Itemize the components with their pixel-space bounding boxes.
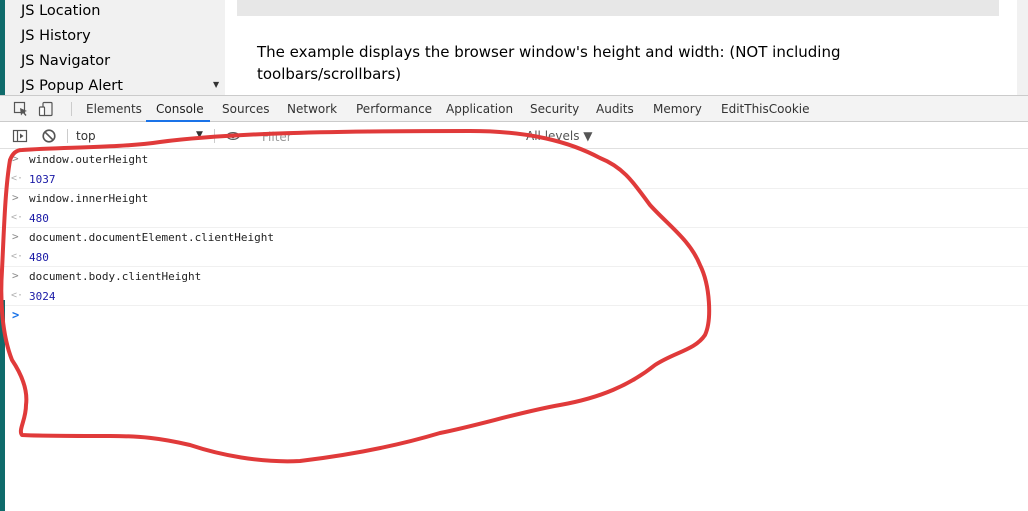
inspect-element-icon[interactable]: [13, 101, 29, 117]
tab-sources[interactable]: Sources: [222, 102, 269, 116]
tab-network[interactable]: Network: [287, 102, 337, 116]
device-toolbar-icon[interactable]: [38, 101, 54, 117]
tab-console[interactable]: Console: [156, 102, 204, 116]
tab-audits[interactable]: Audits: [596, 102, 634, 116]
console-input-text: document.documentElement.clientHeight: [29, 231, 275, 244]
log-levels-dropdown[interactable]: All levels ▼: [526, 129, 593, 143]
console-result-row: <· 3024: [0, 287, 1028, 306]
tab-security[interactable]: Security: [530, 102, 579, 116]
chevron-down-icon[interactable]: ▼: [196, 130, 203, 140]
tab-separator: [71, 102, 72, 116]
toolbar-separator: [67, 129, 68, 143]
show-sidebar-icon[interactable]: [12, 128, 28, 144]
prompt-caret-icon: >: [12, 308, 20, 322]
sidebar-item-js-navigator[interactable]: JS Navigator: [21, 53, 110, 69]
sidebar-nav: JS Location JS History JS Navigator JS P…: [5, 0, 225, 95]
devtools-tabbar: Elements Console Sources Network Perform…: [0, 96, 1028, 122]
tab-application[interactable]: Application: [446, 102, 513, 116]
console-input-row: > document.documentElement.clientHeight: [0, 228, 1028, 248]
prompt-icon: >: [12, 269, 19, 282]
filter-input[interactable]: Filter: [262, 130, 292, 144]
result-arrow-icon: <·: [11, 250, 24, 262]
tab-memory[interactable]: Memory: [653, 102, 702, 116]
clear-console-icon[interactable]: [41, 128, 57, 144]
result-arrow-icon: <·: [11, 211, 24, 223]
eye-icon[interactable]: [225, 128, 241, 144]
console-toolbar: top ▼ Filter All levels ▼: [0, 123, 1028, 149]
tab-performance[interactable]: Performance: [356, 102, 432, 116]
console-result-value: 480: [29, 250, 49, 264]
page-description: The example displays the browser window'…: [257, 43, 841, 83]
desktop-edge: [0, 300, 5, 511]
console-result-value: 480: [29, 211, 49, 225]
web-page-area: JS Location JS History JS Navigator JS P…: [0, 0, 1028, 95]
prompt-icon: >: [12, 230, 19, 243]
console-result-row: <· 480: [0, 248, 1028, 267]
toolbar-separator: [214, 129, 215, 143]
devtools-panel: Elements Console Sources Network Perform…: [0, 95, 1028, 511]
active-tab-indicator: [146, 120, 210, 122]
console-input-text: document.body.clientHeight: [29, 270, 202, 283]
console-input-text: window.outerHeight: [29, 153, 149, 166]
console-result-value: 1037: [29, 172, 56, 186]
console-prompt[interactable]: >: [0, 306, 1028, 326]
result-arrow-icon: <·: [11, 172, 24, 184]
console-result-row: <· 1037: [0, 170, 1028, 189]
scroll-down-icon[interactable]: ▼: [213, 80, 219, 89]
sidebar-item-js-location[interactable]: JS Location: [21, 3, 100, 19]
prompt-icon: >: [12, 191, 19, 204]
console-result-row: <· 480: [0, 209, 1028, 228]
console-input-row: > window.innerHeight: [0, 189, 1028, 209]
console-log: > window.outerHeight <· 1037 > window.in…: [0, 150, 1028, 326]
tab-editthiscookie[interactable]: EditThisCookie: [721, 102, 810, 116]
console-input-row: > document.body.clientHeight: [0, 267, 1028, 287]
sidebar-item-js-popup-alert[interactable]: JS Popup Alert: [21, 78, 123, 94]
example-box: [237, 0, 999, 16]
prompt-icon: >: [12, 152, 19, 165]
tab-elements[interactable]: Elements: [86, 102, 142, 116]
sidebar-item-js-history[interactable]: JS History: [21, 28, 91, 44]
console-result-value: 3024: [29, 289, 56, 303]
console-input-row: > window.outerHeight: [0, 150, 1028, 170]
result-arrow-icon: <·: [11, 289, 24, 301]
context-selector[interactable]: top: [76, 129, 96, 143]
page-scrollbar[interactable]: [1017, 0, 1028, 95]
console-input-text: window.innerHeight: [29, 192, 149, 205]
